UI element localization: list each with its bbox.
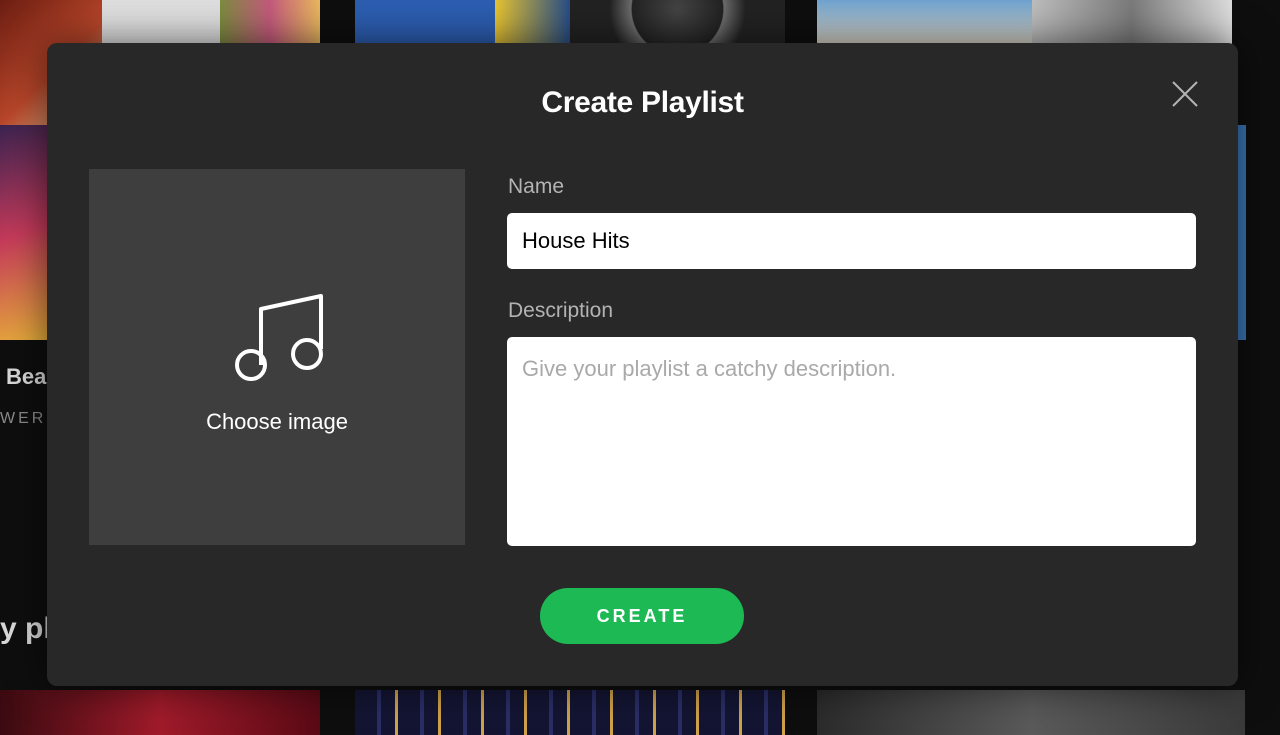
background-text: y pl [0,612,52,645]
choose-image-label: Choose image [206,409,348,434]
close-icon[interactable] [1170,79,1200,109]
music-note-icon [235,294,323,381]
create-playlist-modal: Create Playlist Choose image Name Descri… [47,43,1238,686]
name-input[interactable] [507,213,1196,269]
album-art [355,690,785,735]
name-label: Name [508,175,565,198]
album-art [817,690,1245,735]
album-art [817,0,1032,45]
description-label: Description [508,299,614,322]
background-text: Bea [6,364,47,389]
album-art [1032,0,1232,45]
description-input[interactable] [507,337,1196,546]
album-art [220,0,320,45]
album-art [1238,125,1246,340]
album-art [0,690,320,735]
album-art [570,0,785,45]
album-art [495,0,570,45]
album-art [355,0,495,45]
create-button[interactable]: CREATE [540,588,744,644]
close-button[interactable] [1170,79,1200,109]
album-art [102,0,220,45]
album-art [0,125,48,340]
modal-title: Create Playlist [541,86,744,119]
choose-image-button[interactable]: Choose image [89,169,465,545]
